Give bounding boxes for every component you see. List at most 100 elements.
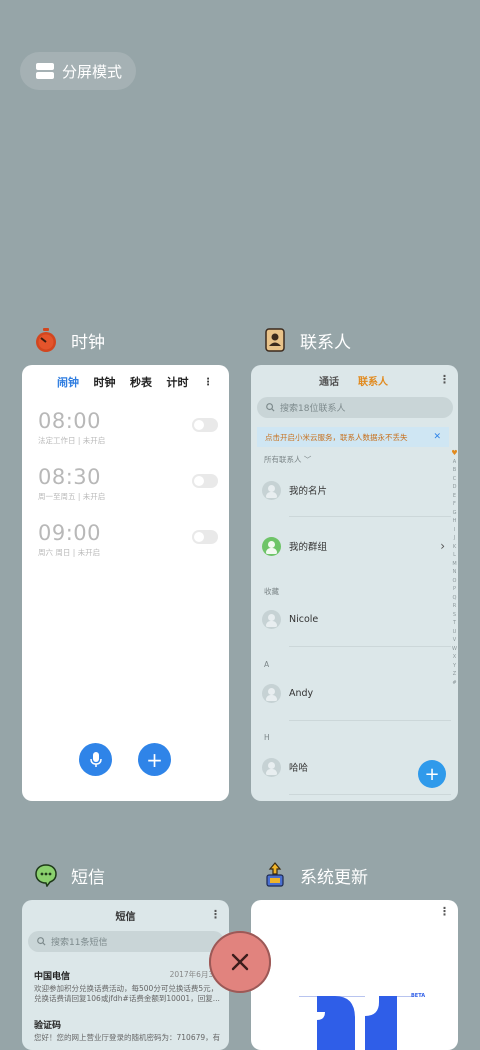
add-alarm-button[interactable]: + — [138, 743, 171, 776]
update-app-header[interactable]: 系统更新 — [262, 862, 368, 888]
message-item[interactable]: 验证码 您好！您的网上营业厅登录的随机密码为：710679，有 — [34, 1018, 222, 1043]
tab-timer[interactable]: 计时 — [167, 374, 189, 390]
sms-app-card[interactable]: 短信 ⋮ 搜索11条短信 中国电信 2017年6月30 欢迎参加积分兑换话费活动… — [22, 900, 229, 1050]
contact-row[interactable]: Andy — [262, 682, 445, 704]
message-bubble-icon — [33, 862, 59, 888]
clock-app-title: 时钟 — [71, 332, 105, 353]
message-sender: 验证码 — [34, 1021, 62, 1031]
alphabet-index-letter[interactable]: D — [453, 483, 457, 492]
tab-stopwatch[interactable]: 秒表 — [130, 374, 152, 390]
close-icon[interactable]: ✕ — [433, 432, 441, 442]
alarm-repeat: 周一至周五 | 未开启 — [38, 492, 106, 501]
alphabet-index-letter[interactable]: U — [453, 628, 457, 637]
alphabet-index-letter[interactable]: R — [453, 602, 456, 611]
sms-search-input[interactable]: 搜索11条短信 — [28, 931, 224, 952]
sms-app-header[interactable]: 短信 — [33, 862, 105, 888]
alphabet-index-letter[interactable]: Q — [453, 594, 457, 603]
more-icon[interactable]: ⋮ — [439, 905, 450, 918]
alarm-item[interactable]: 08:00 法定工作日 | 未开启 — [38, 409, 218, 446]
add-contact-button[interactable]: + — [418, 760, 446, 788]
contact-name: 哈哈 — [289, 763, 309, 774]
sms-card-title: 短信 — [115, 912, 136, 923]
alphabet-index-letter[interactable]: W — [452, 645, 457, 654]
message-item[interactable]: 中国电信 2017年6月30 欢迎参加积分兑换话费活动，每500分可兑换话费5元… — [34, 969, 222, 1004]
contact-name: 我的名片 — [289, 486, 328, 497]
contacts-book-icon — [262, 327, 288, 353]
divider — [289, 516, 451, 517]
alphabet-index-letter[interactable]: Z — [453, 670, 456, 679]
alphabet-index-letter[interactable]: S — [453, 611, 456, 620]
contacts-search-input[interactable]: 搜索18位联系人 — [257, 397, 453, 418]
alphabet-index-letter[interactable]: T — [453, 619, 456, 628]
alphabet-index-letter[interactable]: A — [453, 458, 456, 467]
alarm-item[interactable]: 08:30 周一至周五 | 未开启 — [38, 465, 218, 502]
stopwatch-icon — [33, 327, 59, 353]
alarm-time: 09:00 — [38, 521, 102, 545]
alphabet-index-letter[interactable]: X — [453, 653, 456, 662]
update-app-title: 系统更新 — [300, 867, 368, 888]
contact-name: Andy — [289, 687, 314, 699]
tab-contacts[interactable]: 联系人 — [358, 373, 388, 388]
alphabet-index-letter[interactable]: N — [453, 568, 457, 577]
alphabet-index-letter[interactable]: P — [453, 585, 456, 594]
cloud-service-banner[interactable]: 点击开启小米云服务，联系人数据永不丢失 ✕ — [257, 427, 449, 447]
contact-name: 我的群组 — [289, 542, 328, 553]
clock-app-card[interactable]: 闹钟 时钟 秒表 计时 ⋮ 08:00 法定工作日 | 未开启 08:30 周一… — [22, 365, 229, 801]
alphabet-index-letter[interactable]: ♥ — [451, 449, 457, 458]
clock-app-header[interactable]: 时钟 — [33, 327, 105, 353]
close-icon — [231, 953, 249, 971]
alphabet-index-letter[interactable]: K — [453, 543, 456, 552]
plus-icon: + — [146, 747, 163, 772]
alphabet-index-letter[interactable]: V — [453, 636, 456, 645]
search-icon — [266, 403, 275, 412]
alphabet-index-letter[interactable]: G — [453, 509, 457, 518]
alarm-toggle[interactable] — [192, 418, 218, 432]
tab-calls[interactable]: 通话 — [319, 373, 339, 388]
tab-alarm[interactable]: 闹钟 — [57, 374, 79, 390]
divider — [289, 794, 451, 795]
alarm-toggle[interactable] — [192, 530, 218, 544]
alarm-item[interactable]: 09:00 周六 周日 | 未开启 — [38, 521, 218, 558]
alphabet-index-letter[interactable]: F — [453, 500, 456, 509]
message-preview: 您好！您的网上营业厅登录的随机密码为：710679，有 — [34, 1033, 221, 1042]
more-icon[interactable]: ⋮ — [203, 377, 213, 388]
split-screen-button[interactable]: 分屏模式 — [20, 52, 136, 90]
divider — [289, 646, 451, 647]
beta-badge: BETA — [411, 993, 426, 999]
contacts-app-title: 联系人 — [300, 332, 351, 353]
more-icon[interactable]: ⋮ — [439, 373, 450, 386]
contacts-app-card[interactable]: 通话 联系人 ⋮ 搜索18位联系人 点击开启小米云服务，联系人数据永不丢失 ✕ … — [251, 365, 458, 801]
my-groups-row[interactable]: 我的群组 › — [262, 535, 445, 557]
search-icon — [37, 937, 46, 946]
alarm-toggle[interactable] — [192, 474, 218, 488]
alphabet-index[interactable]: ♥ A B C D E F G H I J K L M N O P Q R S T U V W X Y Z # — [450, 449, 458, 687]
system-update-card[interactable]: ⋮ BETA — [251, 900, 458, 1050]
all-contacts-filter[interactable]: 所有联系人 ﹀ — [264, 454, 311, 465]
more-icon[interactable]: ⋮ — [210, 908, 221, 921]
tab-clock[interactable]: 时钟 — [94, 374, 116, 390]
divider — [289, 720, 451, 721]
contact-row[interactable]: Nicole — [262, 608, 445, 630]
alphabet-index-letter[interactable]: J — [454, 534, 455, 543]
alphabet-index-letter[interactable]: L — [453, 551, 456, 560]
section-header: 收藏 — [264, 587, 279, 596]
alphabet-index-letter[interactable]: Y — [453, 662, 456, 671]
alphabet-index-letter[interactable]: C — [453, 475, 457, 484]
alphabet-index-letter[interactable]: # — [452, 679, 456, 688]
voice-alarm-button[interactable] — [79, 743, 112, 776]
alphabet-index-letter[interactable]: B — [453, 466, 456, 475]
alphabet-index-letter[interactable]: E — [453, 492, 456, 501]
message-preview: 欢迎参加积分兑换话费活动，每500分可兑换话费5元，兑换话费请回复106或jfd… — [34, 984, 220, 1003]
banner-text: 点击开启小米云服务，联系人数据永不丢失 — [265, 432, 408, 442]
section-header: A — [264, 660, 270, 669]
contacts-app-header[interactable]: 联系人 — [262, 327, 351, 353]
avatar — [262, 609, 281, 629]
alphabet-index-letter[interactable]: I — [454, 526, 455, 535]
alphabet-index-letter[interactable]: H — [453, 517, 457, 526]
split-screen-label: 分屏模式 — [62, 62, 123, 81]
my-card-row[interactable]: 我的名片 — [262, 479, 445, 501]
alphabet-index-letter[interactable]: M — [452, 560, 456, 569]
alphabet-index-letter[interactable]: O — [453, 577, 457, 586]
alarm-repeat: 法定工作日 | 未开启 — [38, 436, 106, 445]
clear-all-button[interactable] — [209, 931, 271, 993]
